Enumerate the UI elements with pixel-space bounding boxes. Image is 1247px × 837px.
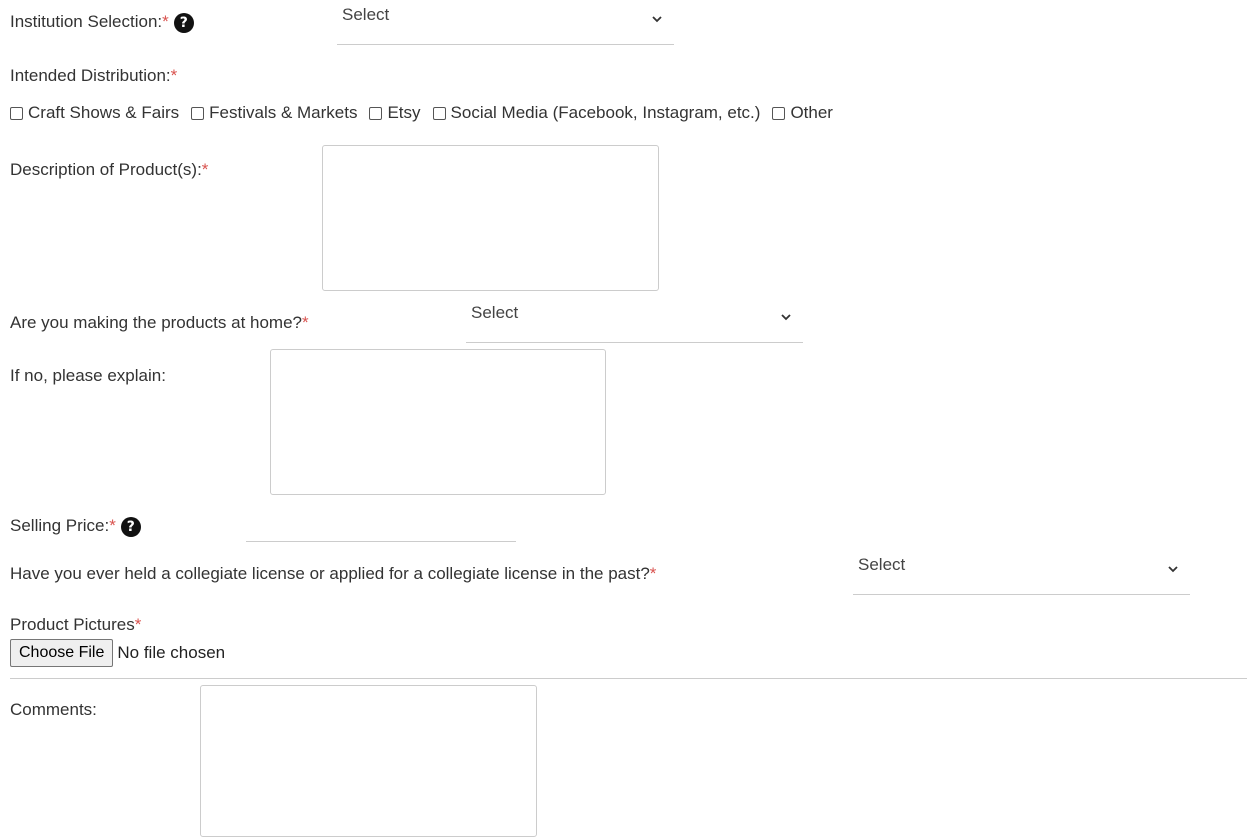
checkbox-box[interactable] — [369, 106, 383, 120]
file-upload: Choose File No file chosen — [10, 639, 225, 667]
checkbox-box[interactable] — [432, 106, 446, 120]
checkbox-box[interactable] — [772, 106, 786, 120]
checkbox-other[interactable]: Other — [772, 103, 833, 123]
license-label: Have you ever held a collegiate license … — [10, 564, 657, 583]
distribution-checkboxes: Craft Shows & Fairs Festivals & Markets … — [10, 103, 845, 123]
required-marker: * — [162, 12, 169, 31]
file-status: No file chosen — [117, 643, 226, 662]
description-label: Description of Product(s):* — [10, 160, 209, 179]
explain-label: If no, please explain: — [10, 366, 166, 385]
required-marker: * — [109, 516, 116, 535]
distribution-label: Intended Distribution:* — [10, 66, 178, 85]
comments-textarea[interactable] — [200, 685, 537, 837]
chevron-down-icon — [652, 16, 662, 23]
description-textarea[interactable] — [322, 145, 659, 291]
required-marker: * — [201, 160, 209, 179]
required-marker: * — [302, 313, 309, 332]
required-marker: * — [170, 66, 178, 85]
institution-select[interactable]: Select — [337, 2, 674, 45]
home-select[interactable]: Select — [466, 300, 803, 343]
chevron-down-icon — [1168, 566, 1178, 573]
required-marker: * — [649, 564, 657, 583]
required-marker: * — [134, 615, 142, 634]
price-label: Selling Price:*? — [10, 516, 141, 537]
explain-textarea[interactable] — [270, 349, 606, 495]
price-input[interactable] — [246, 508, 516, 542]
institution-label: Institution Selection:*? — [10, 12, 194, 33]
chevron-down-icon — [781, 314, 791, 321]
license-select[interactable]: Select — [853, 552, 1190, 595]
pictures-label: Product Pictures* — [10, 615, 142, 634]
help-icon[interactable]: ? — [120, 516, 141, 537]
help-icon[interactable]: ? — [173, 12, 194, 33]
checkbox-box[interactable] — [191, 106, 205, 120]
checkbox-social-media[interactable]: Social Media (Facebook, Instagram, etc.) — [432, 103, 760, 123]
checkbox-etsy[interactable]: Etsy — [369, 103, 421, 123]
checkbox-festivals[interactable]: Festivals & Markets — [191, 103, 357, 123]
divider — [10, 678, 1247, 679]
checkbox-craft-shows[interactable]: Craft Shows & Fairs — [10, 103, 179, 123]
choose-file-button[interactable]: Choose File — [10, 639, 114, 667]
home-label: Are you making the products at home?* — [10, 313, 309, 332]
comments-label: Comments: — [10, 700, 97, 719]
checkbox-box[interactable] — [10, 106, 23, 120]
